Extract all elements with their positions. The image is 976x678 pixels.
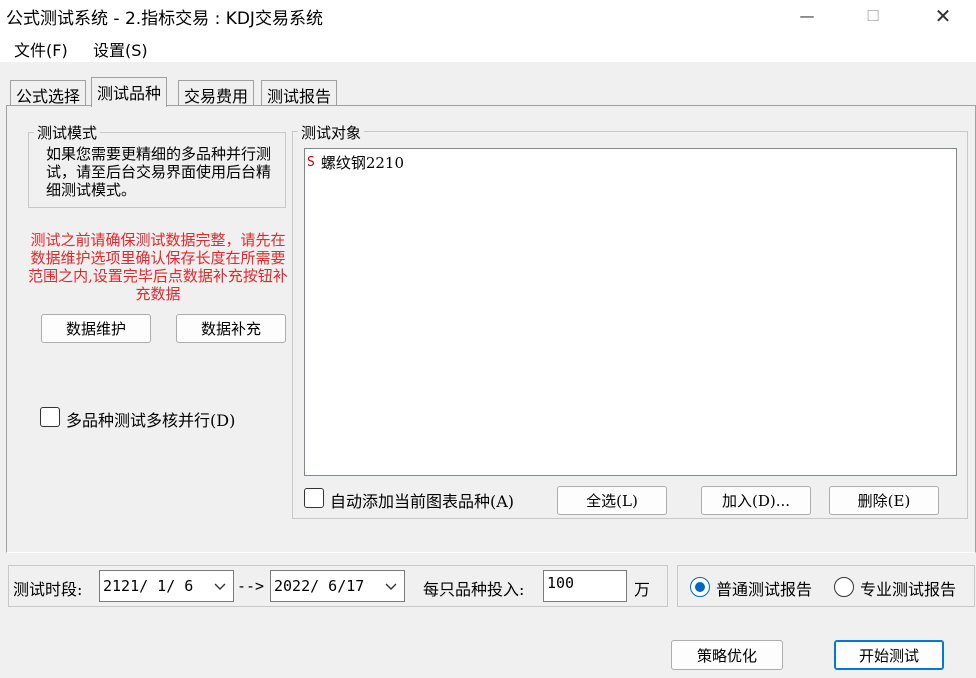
menu-settings[interactable]: 设置(S) [93, 37, 148, 61]
normal-report-radio[interactable] [690, 577, 710, 597]
start-date-select[interactable]: 2121/ 1/ 6 [99, 570, 234, 602]
multicore-checkbox[interactable] [40, 407, 60, 427]
chevron-down-icon [385, 583, 397, 590]
period-arrow: --> [237, 577, 265, 595]
close-icon: ✕ [934, 4, 952, 28]
test-target-list[interactable]: S 螺纹钢2210 [304, 148, 957, 476]
pro-report-label: 专业测试报告 [860, 580, 957, 599]
tab-test-instrument[interactable]: 测试品种 [91, 77, 168, 107]
auto-add-checkbox[interactable] [304, 488, 324, 508]
test-target-title: 测试对象 [298, 122, 365, 143]
close-button[interactable]: ✕ [920, 0, 966, 32]
tab-test-report[interactable]: 测试报告 [261, 80, 338, 106]
chevron-down-icon [214, 583, 226, 590]
pro-report-radio[interactable] [834, 577, 854, 597]
data-supplement-button[interactable]: 数据补充 [176, 314, 286, 343]
end-date-select[interactable]: 2022/ 6/17 [270, 570, 405, 602]
tab-formula-select[interactable]: 公式选择 [10, 80, 87, 106]
minimize-icon: — [799, 7, 815, 25]
data-maintenance-button[interactable]: 数据维护 [41, 314, 151, 343]
instrument-badge: S [307, 155, 315, 170]
start-date-value: 2121/ 1/ 6 [103, 577, 194, 595]
test-mode-title: 测试模式 [34, 122, 101, 143]
maximize-button[interactable]: ☐ [850, 0, 896, 32]
menu-file[interactable]: 文件(F) [14, 37, 68, 61]
list-item[interactable]: S 螺纹钢2210 [307, 152, 404, 173]
strategy-optimize-button[interactable]: 策略优化 [671, 640, 783, 670]
warning-text: 测试之前请确保测试数据完整，请先在数据维护选项里确认保存长度在所需要范围之内,设… [28, 231, 288, 303]
start-test-button[interactable]: 开始测试 [834, 640, 944, 670]
multicore-label: 多品种测试多核并行(D) [66, 411, 236, 430]
select-all-button[interactable]: 全选(L) [557, 486, 667, 515]
minimize-button[interactable]: — [784, 0, 830, 32]
normal-report-label: 普通测试报告 [716, 580, 813, 599]
investment-unit: 万 [634, 580, 651, 599]
delete-button[interactable]: 删除(E) [829, 486, 939, 515]
add-button[interactable]: 加入(D)... [701, 486, 811, 515]
test-mode-description: 如果您需要更精细的多品种并行测试，请至后台交易界面使用后台精细测试模式。 [46, 145, 272, 199]
window-title: 公式测试系统 - 2.指标交易 : KDJ交易系统 [6, 9, 323, 29]
period-label: 测试时段: [13, 580, 83, 599]
investment-label: 每只品种投入: [423, 580, 525, 599]
maximize-icon: ☐ [866, 7, 880, 25]
investment-input[interactable]: 100 [543, 570, 627, 602]
auto-add-label: 自动添加当前图表品种(A) [330, 492, 515, 511]
instrument-name: 螺纹钢2210 [320, 154, 405, 172]
tab-trading-fees[interactable]: 交易费用 [178, 80, 255, 106]
end-date-value: 2022/ 6/17 [274, 577, 365, 595]
